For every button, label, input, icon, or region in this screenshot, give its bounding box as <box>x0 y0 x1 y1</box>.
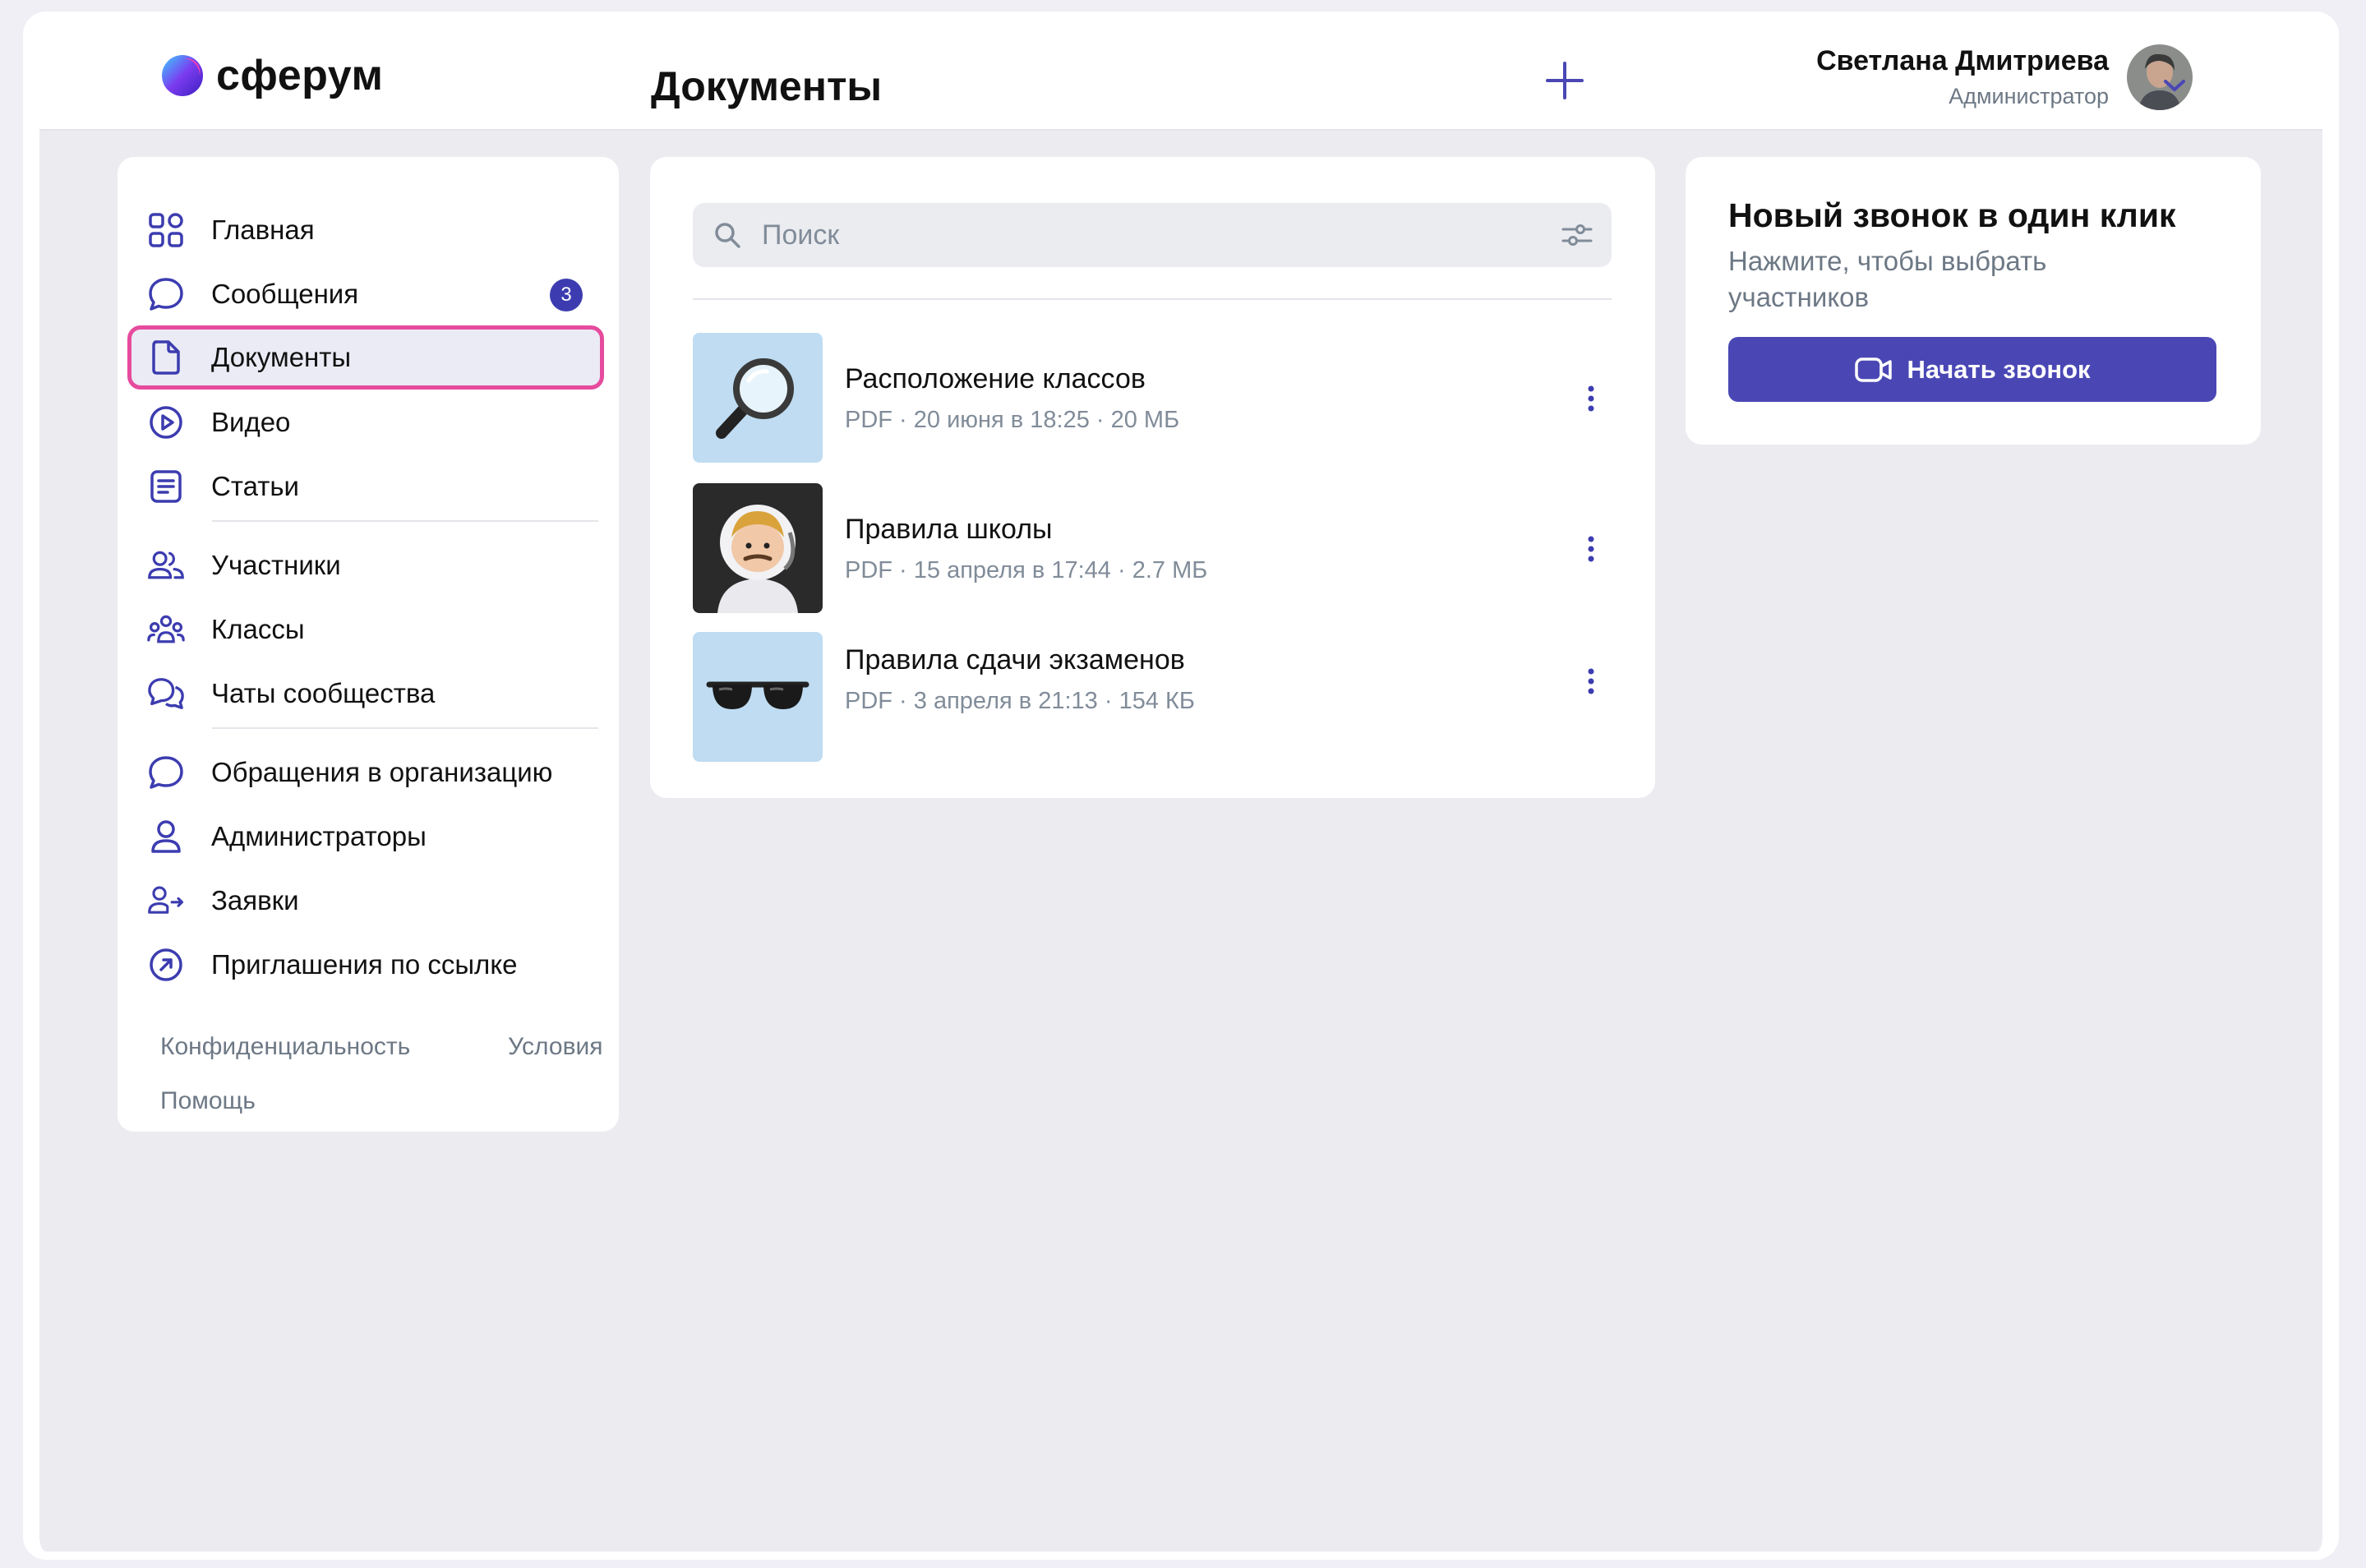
sidebar-divider <box>212 727 598 729</box>
add-button[interactable] <box>1535 51 1594 110</box>
more-options-button[interactable] <box>1570 657 1612 706</box>
sidebar-item-label: Приглашения по ссылке <box>211 949 518 980</box>
sidebar-item-label: Статьи <box>211 471 299 501</box>
terms-link[interactable]: Условия <box>508 1033 603 1061</box>
sidebar-item-label: Участники <box>211 550 341 580</box>
chats-icon <box>147 675 185 713</box>
sidebar-item-messages[interactable]: Сообщения 3 <box>127 262 604 326</box>
sidebar-item-requests[interactable]: Заявки <box>127 869 604 933</box>
astronaut-icon <box>693 483 823 613</box>
call-card-subtitle: Нажмите, чтобы выбрать участников <box>1728 246 2047 312</box>
sunglasses-icon <box>693 632 823 762</box>
user-menu-toggle[interactable] <box>2158 69 2191 102</box>
quick-call-card: Новый звонок в один клик Нажмите, чтобы … <box>1686 157 2261 445</box>
sidebar-item-community-chats[interactable]: Чаты сообщества <box>127 662 604 726</box>
search-icon <box>713 219 745 251</box>
sidebar-item-admins[interactable]: Администраторы <box>127 805 604 869</box>
sidebar-item-label: Видео <box>211 407 291 437</box>
page-title: Документы <box>651 63 883 109</box>
sidebar-item-label: Документы <box>211 342 352 372</box>
article-icon <box>147 468 185 505</box>
user-menu[interactable]: Светлана Дмитриева Администратор <box>1816 44 2193 110</box>
user-role: Администратор <box>1949 84 2109 108</box>
call-card-title: Новый звонок в один клик <box>1728 196 2176 234</box>
document-meta: PDF · 15 апреля в 17:44 · 2.7 МБ <box>845 557 1208 583</box>
sidebar-item-home[interactable]: Главная <box>127 198 604 262</box>
logo-icon <box>162 55 203 96</box>
sidebar-item-appeals[interactable]: Обращения в организацию <box>127 740 604 805</box>
document-meta: PDF · 3 апреля в 21:13 · 154 КБ <box>845 688 1195 714</box>
user-name: Светлана Дмитриева <box>1816 45 2109 76</box>
sidebar-item-articles[interactable]: Статьи <box>127 454 604 519</box>
document-title: Расположение классов <box>845 363 1146 394</box>
link-arrow-icon <box>147 946 185 984</box>
magnifier-icon <box>693 333 823 463</box>
sidebar-divider <box>212 520 598 522</box>
start-call-button[interactable]: Начать звонок <box>1728 337 2216 402</box>
sidebar-item-label: Чаты сообщества <box>211 678 436 708</box>
search-input[interactable] <box>760 218 1503 252</box>
more-vertical-icon <box>1588 385 1594 412</box>
sidebar-item-video[interactable]: Видео <box>127 390 604 454</box>
document-meta: PDF · 20 июня в 18:25 · 20 МБ <box>845 407 1180 433</box>
document-row[interactable]: Правила школы PDF · 15 апреля в 17:44 · … <box>693 483 1612 613</box>
list-divider <box>693 298 1612 300</box>
sidebar-item-label: Администраторы <box>211 821 427 851</box>
document-thumbnail <box>693 483 823 613</box>
more-vertical-icon <box>1588 536 1594 562</box>
sidebar-item-label: Главная <box>211 214 315 245</box>
documents-panel: Расположение классов PDF · 20 июня в 18:… <box>650 157 1655 798</box>
search-bar <box>693 203 1612 267</box>
users-icon <box>147 546 185 584</box>
sidebar: Главная Сообщения 3 Документы Видео Стат… <box>118 157 619 1132</box>
document-thumbnail <box>693 333 823 463</box>
sidebar-item-label: Заявки <box>211 885 299 915</box>
plus-icon <box>1546 62 1584 99</box>
play-icon <box>147 404 185 441</box>
document-row[interactable]: Правила сдачи экзаменов PDF · 3 апреля в… <box>693 632 1612 762</box>
filter-icon[interactable] <box>1561 219 1593 251</box>
message-icon <box>147 754 185 791</box>
document-row[interactable]: Расположение классов PDF · 20 июня в 18:… <box>693 333 1612 463</box>
message-icon <box>147 275 185 313</box>
sidebar-item-label: Классы <box>211 614 305 644</box>
logo-text: сферум <box>216 52 384 99</box>
privacy-link[interactable]: Конфиденциальность <box>160 1033 410 1061</box>
top-header: сферум Документы Светлана Дмитриева Адми… <box>39 12 2322 131</box>
user-arrow-icon <box>147 882 185 920</box>
sidebar-item-documents[interactable]: Документы <box>127 325 604 390</box>
sidebar-item-link-invites[interactable]: Приглашения по ссылке <box>127 933 604 997</box>
help-link[interactable]: Помощь <box>160 1087 256 1115</box>
more-options-button[interactable] <box>1570 374 1612 423</box>
more-options-button[interactable] <box>1570 524 1612 574</box>
video-camera-icon <box>1855 357 1893 382</box>
document-icon <box>147 339 185 376</box>
sidebar-item-label: Сообщения <box>211 279 359 309</box>
document-title: Правила школы <box>845 514 1053 545</box>
more-vertical-icon <box>1588 668 1594 694</box>
group-icon <box>147 611 185 648</box>
document-title: Правила сдачи экзаменов <box>845 644 1185 676</box>
grid-icon <box>147 211 185 249</box>
user-icon <box>147 818 185 855</box>
sidebar-item-label: Обращения в организацию <box>211 757 553 787</box>
logo[interactable]: сферум <box>160 51 383 100</box>
app-window: сферум Документы Светлана Дмитриева Адми… <box>23 12 2339 1560</box>
sidebar-item-members[interactable]: Участники <box>127 533 604 597</box>
document-thumbnail <box>693 632 823 762</box>
sidebar-item-classes[interactable]: Классы <box>127 597 604 662</box>
unread-badge: 3 <box>550 279 583 311</box>
start-call-label: Начать звонок <box>1907 354 2091 384</box>
chevron-down-icon <box>2164 80 2185 91</box>
